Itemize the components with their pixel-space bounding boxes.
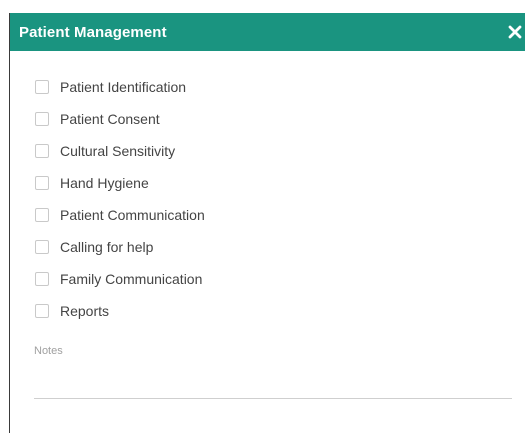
checklist-item-label: Calling for help: [60, 239, 154, 255]
notes-section: Notes: [34, 345, 512, 399]
checklist-item-label: Patient Communication: [60, 207, 205, 223]
checklist: Patient Identification Patient Consent C…: [35, 71, 205, 327]
notes-input[interactable]: [34, 365, 512, 399]
checklist-item-hand-hygiene[interactable]: Hand Hygiene: [35, 167, 205, 199]
checkbox[interactable]: [35, 272, 49, 286]
checkbox[interactable]: [35, 240, 49, 254]
checkbox[interactable]: [35, 208, 49, 222]
notes-label: Notes: [34, 345, 63, 357]
close-button[interactable]: [505, 13, 525, 51]
checklist-item-label: Hand Hygiene: [60, 175, 149, 191]
checklist-item-reports[interactable]: Reports: [35, 295, 205, 327]
dialog-title: Patient Management: [19, 23, 167, 41]
close-icon: [508, 25, 522, 39]
checkbox[interactable]: [35, 144, 49, 158]
checklist-item-cultural-sensitivity[interactable]: Cultural Sensitivity: [35, 135, 205, 167]
checklist-item-label: Reports: [60, 303, 110, 319]
checklist-item-patient-consent[interactable]: Patient Consent: [35, 103, 205, 135]
checklist-item-calling-for-help[interactable]: Calling for help: [35, 231, 205, 263]
checklist-item-label: Patient Identification: [60, 79, 187, 95]
checkbox[interactable]: [35, 80, 49, 94]
dialog-header: Patient Management: [10, 13, 525, 51]
checklist-item-label: Cultural Sensitivity: [60, 143, 176, 159]
checkbox[interactable]: [35, 112, 49, 126]
checklist-item-label: Patient Consent: [60, 111, 160, 127]
checklist-item-family-communication[interactable]: Family Communication: [35, 263, 205, 295]
checklist-item-patient-communication[interactable]: Patient Communication: [35, 199, 205, 231]
checkbox[interactable]: [35, 176, 49, 190]
checkbox[interactable]: [35, 304, 49, 318]
checklist-item-patient-identification[interactable]: Patient Identification: [35, 71, 205, 103]
checklist-item-label: Family Communication: [60, 271, 203, 287]
patient-management-dialog: Patient Management Patient Identificatio…: [9, 13, 525, 433]
